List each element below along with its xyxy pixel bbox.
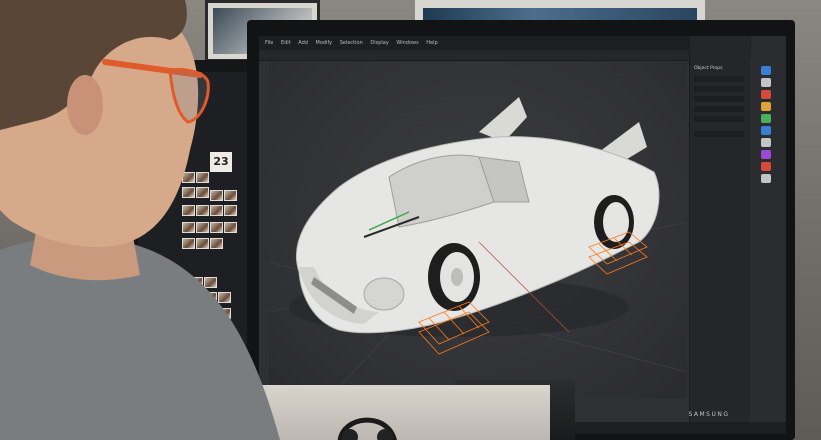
person-ear <box>67 75 103 135</box>
photo-scene: 23 File Edit Add Modify Selection Displa… <box>0 0 821 440</box>
person <box>0 0 280 440</box>
headphones <box>337 417 397 440</box>
